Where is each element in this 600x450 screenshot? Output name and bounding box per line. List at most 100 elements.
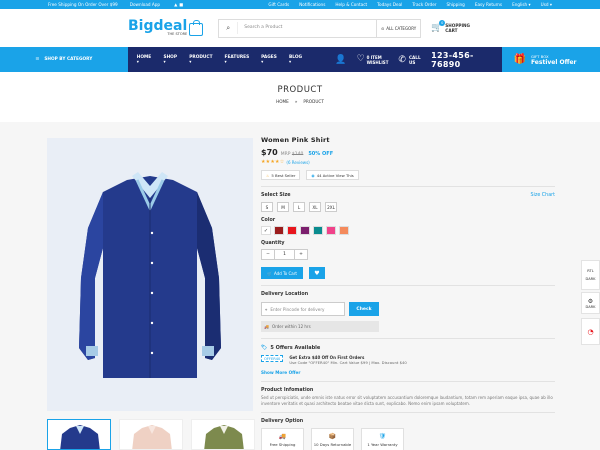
breadcrumb: HOME » PRODUCT (276, 99, 324, 104)
size-option-s[interactable]: S (261, 202, 273, 212)
download-app-link[interactable]: Download App (130, 2, 160, 7)
fire-icon: ♨ (266, 172, 270, 178)
android-icon[interactable]: ▲ (174, 2, 177, 7)
category-icon: ⊙ (380, 25, 385, 31)
top-link-shipping[interactable]: Shipping (447, 2, 465, 7)
product-thumbnails (47, 419, 255, 450)
rating-row: ★★★★☆ (6 Reviews) (261, 159, 555, 165)
check-pincode-button[interactable]: Check (349, 302, 379, 316)
color-swatch-peach[interactable] (339, 226, 349, 235)
tag-icon: 🏷 (261, 345, 268, 351)
currency-select[interactable]: Usd ▾ (541, 2, 552, 7)
user-icon[interactable]: 👤 (335, 55, 346, 65)
logo[interactable]: Bigdeal THE STORE (128, 19, 204, 36)
nav-blog[interactable]: BLOG ▾ (289, 55, 305, 65)
call-us: ✆ CALL US 123-456-76890 (398, 51, 501, 69)
color-swatch-maroon[interactable] (274, 226, 284, 235)
offer-code[interactable]: OFFER40 (261, 355, 284, 362)
location-icon: ⌖ (265, 306, 268, 312)
breadcrumb-home[interactable]: HOME (276, 99, 289, 104)
product-main-image[interactable] (47, 138, 253, 411)
add-to-cart-button[interactable]: 🛒 Add To Cart (261, 267, 303, 279)
nav-pages[interactable]: PAGES ▾ (261, 55, 280, 65)
heart-icon: ♡ (356, 54, 365, 64)
divider (261, 381, 555, 382)
header: Bigdeal THE STORE ⌕ Search a Product ⊙ A… (0, 9, 600, 47)
gear-icon: ⚙ (587, 297, 594, 305)
color-swatch-red[interactable] (287, 226, 297, 235)
pincode-input[interactable]: ⌖ Enter Pincode for delivery (261, 302, 345, 316)
size-chart-link[interactable]: Size Chart (530, 193, 555, 198)
top-link-easy-returns[interactable]: Easy Returns (475, 2, 502, 7)
delivery-location-label: Delivery Location (261, 292, 309, 297)
thumbnail-pink-shirt[interactable] (119, 419, 183, 450)
rtl-toggle[interactable]: RTL DARK (581, 260, 600, 290)
windows-icon[interactable]: ■ (179, 2, 183, 7)
active-view-tag: ◉ 44 Active View This (306, 170, 359, 180)
cart-icon: 🛒 0 (431, 20, 446, 33)
top-link-todays-deal[interactable]: Todays Deal (377, 2, 402, 7)
nav-features[interactable]: FEATURES ▾ (225, 55, 253, 65)
color-swatch-teal[interactable] (313, 226, 323, 235)
thumbnail-navy-shirt[interactable] (47, 419, 111, 450)
quantity-decrease-button[interactable]: − (261, 249, 275, 260)
size-option-l[interactable]: L (293, 202, 305, 212)
settings-panel-button[interactable]: ◔ (581, 318, 600, 345)
product-info: Women Pink Shirt $70 MRP $140 50% OFF ★★… (261, 136, 555, 450)
top-link-help[interactable]: Help & Contact (335, 2, 367, 7)
size-option-m[interactable]: M (277, 202, 289, 212)
search-icon[interactable]: ⌕ (219, 24, 237, 33)
gift-icon: 🎁 (513, 54, 526, 65)
show-more-offer-link[interactable]: Show More Offer (261, 370, 555, 375)
gift-box-banner[interactable]: 🎁 GIFT BOX Festivel Offer (501, 47, 600, 72)
color-swatch-white[interactable]: ✓ (261, 226, 271, 235)
shopping-bag-icon (189, 19, 204, 36)
color-swatch-pink[interactable] (326, 226, 336, 235)
free-shipping-card: 🚚 Free Shipping (261, 428, 304, 450)
top-links: Gift Cards Notifications Help & Contact … (268, 2, 552, 7)
divider (261, 285, 555, 286)
shopping-cart[interactable]: 🛒 0 SHOPPING CART (431, 20, 470, 33)
breadcrumb-current: PRODUCT (303, 99, 324, 104)
search-input[interactable]: Search a Product (237, 22, 376, 34)
offer-item: OFFER40 Get Extra $40 Off On First Order… (261, 355, 555, 365)
size-option-2xl[interactable]: 2XL (325, 202, 337, 212)
quantity-increase-button[interactable]: + (294, 249, 308, 260)
shop-by-category-button[interactable]: ☰ SHOP BY CATEGORY (0, 47, 128, 72)
reviews-link[interactable]: (6 Reviews) (286, 160, 309, 165)
product-section: Women Pink Shirt $70 MRP $140 50% OFF ★★… (0, 122, 600, 450)
nav-product[interactable]: PRODUCT ▾ (189, 55, 215, 65)
phone-number[interactable]: 123-456-76890 (431, 51, 501, 69)
search-bar: ⌕ Search a Product ⊙ ALL CATEGORY (218, 18, 422, 38)
cart-icon: 🛒 (267, 270, 272, 276)
page-title: PRODUCT (277, 85, 323, 95)
free-shipping-text: Free Shipping On Order Over $99 (48, 2, 118, 7)
return-box-icon: 📦 (328, 433, 337, 441)
wishlist-button[interactable]: ♡ 0 ITEM WISHLIST (357, 55, 389, 65)
color-swatch-purple[interactable] (300, 226, 310, 235)
price-row: $70 MRP $140 50% OFF (261, 148, 555, 157)
truck-icon: 🚚 (278, 433, 287, 441)
dark-mode-toggle[interactable]: ⚙ DARK (581, 292, 600, 314)
top-link-gift-cards[interactable]: Gift Cards (268, 2, 289, 7)
heart-icon: ♥ (314, 269, 320, 277)
top-link-notifications[interactable]: Notifications (299, 2, 325, 7)
returnable-card: 📦 10 Days Returnable (311, 428, 354, 450)
top-link-track-order[interactable]: Track Order (412, 2, 436, 7)
quantity-input[interactable]: 1 (275, 249, 294, 260)
order-within-notice: 🚚 Order within 12 hrs (261, 321, 379, 332)
quantity-stepper: − 1 + (261, 249, 555, 260)
add-to-wishlist-button[interactable]: ♥ (309, 267, 325, 279)
palette-icon: ◔ (587, 327, 594, 336)
nav-home[interactable]: HOME ▾ (137, 55, 155, 65)
nav-shop[interactable]: SHOP ▾ (163, 55, 180, 65)
mrp-price: MRP $140 (280, 152, 304, 157)
size-option-xl[interactable]: XL (309, 202, 321, 212)
thumbnail-olive-shirt[interactable] (191, 419, 255, 450)
truck-icon: 🚚 (264, 324, 269, 329)
color-label: Color (261, 218, 276, 223)
color-options: ✓ (261, 226, 555, 235)
language-select[interactable]: English ▾ (512, 2, 531, 7)
category-select[interactable]: ⊙ ALL CATEGORY (376, 19, 420, 37)
menu-icon: ☰ (35, 57, 40, 62)
